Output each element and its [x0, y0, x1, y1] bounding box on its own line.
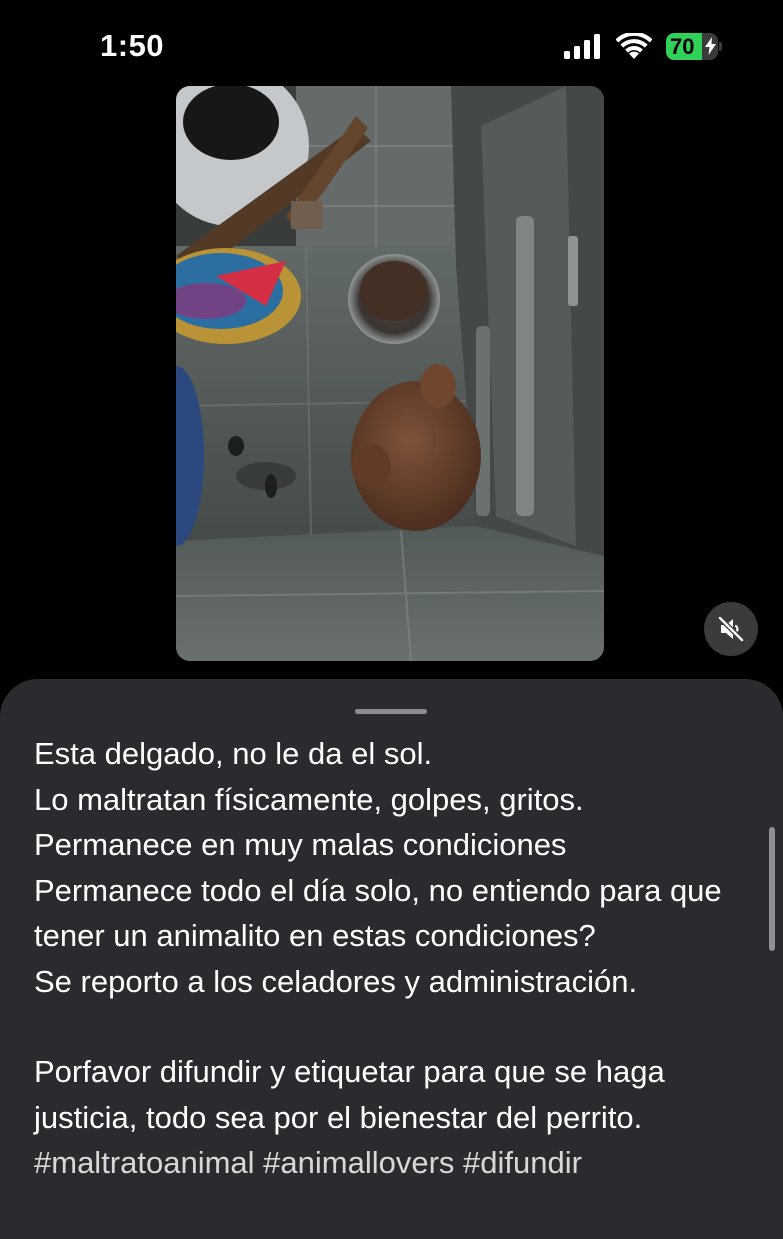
- caption-line: Lo maltratan físicamente, golpes, gritos…: [34, 781, 584, 817]
- caption-line: Permanece en muy malas condiciones: [34, 827, 567, 862]
- caption-text: Esta delgado, no le da el sol. Lo maltra…: [34, 731, 754, 1186]
- caption-line: Esta delgado, no le da el sol.: [34, 736, 433, 771]
- sheet-grabber-handle[interactable]: [355, 709, 427, 714]
- speaker-muted-icon: [717, 615, 745, 643]
- battery-indicator: 70: [666, 33, 718, 60]
- status-bar: 1:50 70: [0, 0, 783, 90]
- status-time: 1:50: [100, 28, 165, 63]
- wifi-icon: [616, 33, 652, 59]
- caption-paragraph: Porfavor difundir y etiquetar para que s…: [34, 1054, 665, 1135]
- caption-line: Se reporto a los celadores y administrac…: [34, 963, 638, 999]
- caption-hashtags[interactable]: #maltratoanimal #animallovers #difundir: [34, 1140, 754, 1186]
- caption-sheet[interactable]: Esta delgado, no le da el sol. Lo maltra…: [0, 679, 783, 1239]
- video-player[interactable]: [176, 86, 604, 661]
- charging-bolt-icon: [705, 37, 716, 55]
- caption-scrollbar[interactable]: [769, 827, 775, 951]
- mute-toggle-button[interactable]: [704, 602, 758, 656]
- caption-line: Permanece todo el día solo, no entiendo …: [34, 872, 722, 954]
- battery-percent: 70: [670, 34, 695, 59]
- video-frame-image: [176, 86, 604, 661]
- cellular-signal-icon: [564, 34, 600, 59]
- battery-cap: [719, 42, 722, 51]
